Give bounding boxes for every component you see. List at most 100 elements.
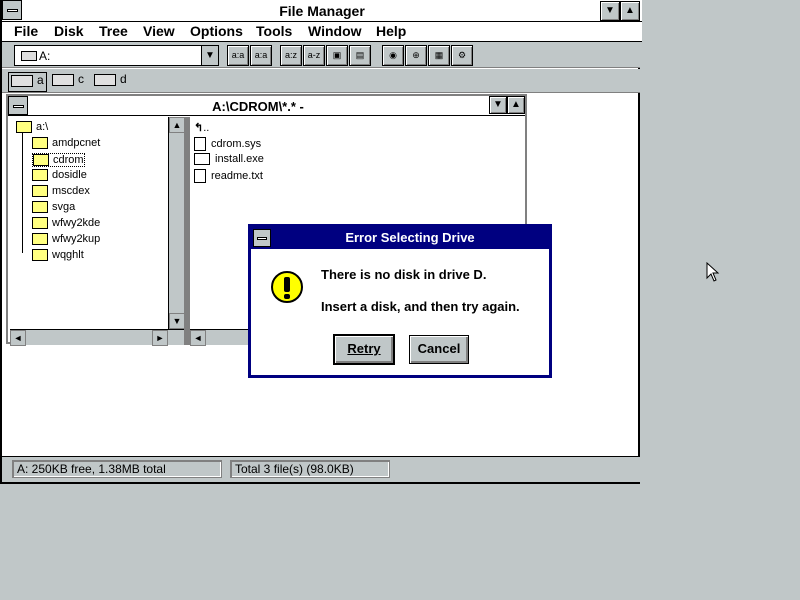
folder-icon [32,201,48,214]
folder-icon [32,233,48,246]
properties-button[interactable]: ▤ [349,45,371,66]
tree-line [22,133,23,253]
drive-d[interactable]: d [94,72,127,90]
menu-tools[interactable]: Tools [256,23,292,39]
sort-by-name-button[interactable]: a:z [280,45,302,66]
directory-window-title: A:\CDROM\*.* - [212,99,304,114]
retry-button-label: Retry [347,341,381,356]
file-item-install-exe[interactable]: install.exe [194,153,264,166]
directory-window-title-bar[interactable]: A:\CDROM\*.* - ▼ ▲ [8,96,525,116]
file-item-cdrom-sys[interactable]: cdrom.sys [194,137,261,151]
tools-button[interactable]: ⚙ [451,45,473,66]
tree-horizontal-scrollbar[interactable]: ◄ ► [10,329,184,346]
tree-item-wfwy2kde[interactable]: wfwy2kde [32,217,101,230]
connect-network-drive-button[interactable]: a:a [227,45,249,66]
up-arrow-icon: ↰ [194,122,204,134]
dialog-system-menu-button[interactable] [253,229,271,247]
warning-icon [271,271,303,303]
drive-select[interactable]: A: ▼ [14,45,219,66]
window-title: File Manager [279,3,365,19]
floppy-drive-icon [21,51,37,61]
minimize-button[interactable]: ▼ [600,1,620,21]
menu-window[interactable]: Window [308,23,362,39]
menu-help[interactable]: Help [376,23,406,39]
mouse-cursor-icon [706,262,720,282]
menu-view[interactable]: View [143,23,175,39]
floppy-drive-icon [11,74,33,87]
menu-options[interactable]: Options [190,23,243,39]
title-bar[interactable]: File Manager ▼ ▲ [2,0,642,22]
tree-item-wfwy2kup[interactable]: wfwy2kup [32,233,101,246]
status-file-total: Total 3 file(s) (98.0KB) [230,460,390,478]
dialog-message-line1: There is no disk in drive D. [321,267,487,282]
retry-button[interactable]: Retry [334,335,394,364]
network-button[interactable]: ⊕ [405,45,427,66]
tree-item-label: amdpcnet [52,137,101,149]
drive-a[interactable]: a [8,72,47,92]
folder-icon [32,169,48,182]
tree-item-label: wfwy2kde [52,217,101,229]
dialog-title: Error Selecting Drive [345,230,475,245]
error-dialog: Error Selecting Drive There is no disk i… [248,224,552,378]
file-item-parent[interactable]: ↰.. [194,121,209,134]
menu-bar: File Disk Tree View Options Tools Window… [2,22,642,42]
sort-by-type-button[interactable]: a-z [303,45,325,66]
scroll-up-icon[interactable]: ▲ [169,117,185,133]
scroll-left-icon[interactable]: ◄ [10,330,26,346]
tree-item-label: wqghlt [52,249,84,261]
tree-item-wqghlt[interactable]: wqghlt [32,249,84,262]
folder-open-icon [33,154,49,167]
dialog-message-line2: Insert a disk, and then try again. [321,299,520,314]
chevron-down-icon[interactable]: ▼ [201,46,218,65]
status-disk-free: A: 250KB free, 1.38MB total [12,460,222,478]
tree-item-svga[interactable]: svga [32,201,76,214]
child-maximize-button[interactable]: ▲ [507,96,525,114]
tree-item-mscdex[interactable]: mscdex [32,185,90,198]
drive-d-label: d [120,72,127,86]
tree-item-dosidle[interactable]: dosidle [32,169,87,182]
cdrom-drive-icon [94,73,116,86]
directory-tree-pane[interactable]: a:\ amdpcnet cdrom dosidle mscdex svga w… [10,117,170,329]
folder-icon [32,137,48,150]
file-item-label: cdrom.sys [211,137,262,150]
status-bar: A: 250KB free, 1.38MB total Total 3 file… [2,456,640,482]
dialog-title-bar[interactable]: Error Selecting Drive [251,227,549,249]
folder-open-icon [16,121,32,134]
tree-item-label: mscdex [52,185,90,197]
file-item-readme-txt[interactable]: readme.txt [194,169,263,183]
tree-item-amdpcnet[interactable]: amdpcnet [32,137,101,150]
child-minimize-button[interactable]: ▼ [489,96,507,114]
drive-select-value: A: [39,49,51,63]
cancel-button[interactable]: Cancel [409,335,469,364]
scroll-right-icon[interactable]: ► [152,330,168,346]
hard-drive-icon [52,73,74,86]
cancel-button-label: Cancel [417,341,461,356]
tree-item-cdrom[interactable]: cdrom [32,153,85,168]
tree-item-label: wfwy2kup [52,233,101,245]
tree-item-label: cdrom [53,154,84,166]
tree-item-label: a:\ [36,121,49,133]
printer-button[interactable]: ▦ [428,45,450,66]
drive-c[interactable]: c [52,72,84,90]
disconnect-network-drive-button[interactable]: a:a [250,45,272,66]
folder-icon [32,217,48,230]
menu-disk[interactable]: Disk [54,23,84,39]
drive-c-label: c [78,72,84,86]
share-icon-button[interactable]: ◉ [382,45,404,66]
tree-item-root[interactable]: a:\ [16,121,49,134]
system-menu-icon [257,237,267,240]
menu-tree[interactable]: Tree [99,23,128,39]
tree-item-label: dosidle [52,169,87,181]
file-item-label: readme.txt [211,169,263,182]
tree-vertical-scrollbar[interactable]: ▲ ▼ [168,117,185,329]
file-item-label: install.exe [215,153,264,165]
folder-icon [32,185,48,198]
scroll-left-icon[interactable]: ◄ [190,330,206,346]
scroll-down-icon[interactable]: ▼ [169,313,185,329]
tree-item-label: svga [52,201,76,213]
menu-file[interactable]: File [14,23,38,39]
folder-icon [32,249,48,262]
copy-disk-button[interactable]: ▣ [326,45,348,66]
maximize-button[interactable]: ▲ [620,1,640,21]
document-icon [194,169,206,183]
